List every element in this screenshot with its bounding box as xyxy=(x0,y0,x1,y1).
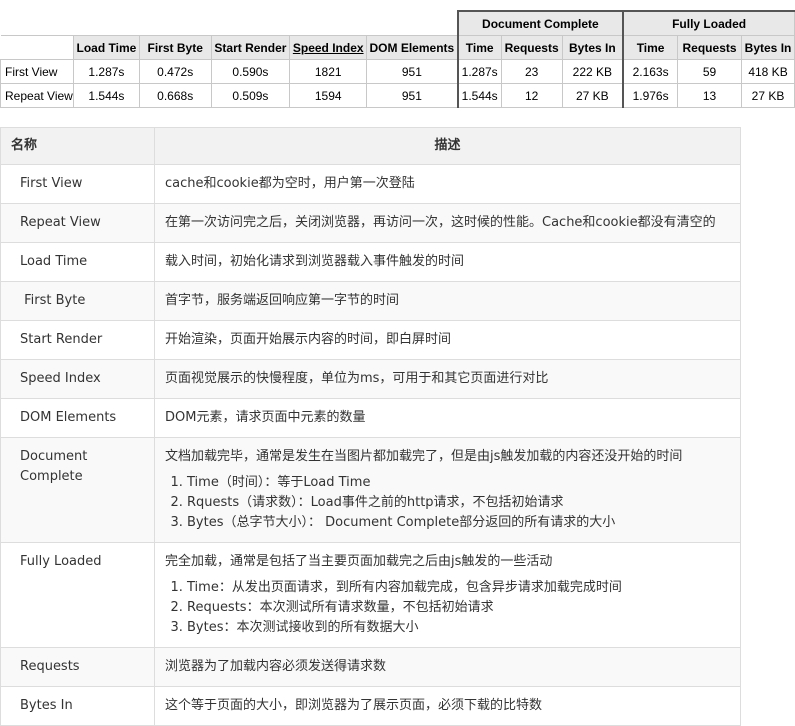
cell-value: 1.287s xyxy=(456,59,502,84)
description-row: Fully Loaded 完全加载，通常是包括了当主要页面加载完之后由js触发的一… xyxy=(0,542,741,648)
description-row: First View cache和cookie都为空时，用户第一次登陆 xyxy=(0,164,741,204)
term-name: Requests xyxy=(0,647,155,687)
term-name: Start Render xyxy=(0,320,155,360)
term-description: 开始渲染，页面开始展示内容的时间，即白屏时间 xyxy=(165,332,452,347)
col-first-byte: First Byte xyxy=(138,35,212,60)
results-row-repeat-view: Repeat View 1.544s 0.668s 0.509s 1594 95… xyxy=(0,83,795,108)
description-row: Bytes In 这个等于页面的大小，即浏览器为了展示页面，必须下载的比特数 xyxy=(0,686,741,726)
cell-value: 222 KB xyxy=(561,59,624,84)
term-description-cell: 完全加载，通常是包括了当主要页面加载完之后由js触发的一些活动 Time：从发出页… xyxy=(154,542,741,648)
col-dc-bytes-in: Bytes In xyxy=(561,35,624,60)
cell-value: 27 KB xyxy=(741,83,795,108)
term-name: Fully Loaded xyxy=(0,542,155,648)
col-dom-elements: DOM Elements xyxy=(366,35,459,60)
col-start-render: Start Render xyxy=(210,35,291,60)
cell-value: 418 KB xyxy=(741,59,795,84)
row-label: Repeat View xyxy=(0,83,74,108)
description-row: Start Render 开始渲染，页面开始展示内容的时间，即白屏时间 xyxy=(0,320,741,360)
results-blank-label xyxy=(0,35,74,60)
header-description: 描述 xyxy=(154,127,741,165)
cell-value: 0.509s xyxy=(210,83,291,108)
cell-value: 1.544s xyxy=(72,83,140,108)
term-description-cell: 浏览器为了加载内容必须发送得请求数 xyxy=(154,647,741,687)
term-description-cell: 首字节，服务端返回响应第一字节的时间 xyxy=(154,281,741,321)
detail-list-item: Bytes（总字节大小）： Document Complete部分返回的所有请求… xyxy=(187,513,730,533)
cell-value: 1594 xyxy=(289,83,368,108)
cell-value: 1.287s xyxy=(72,59,140,84)
cell-value: 1.976s xyxy=(622,83,679,108)
term-name: Load Time xyxy=(0,242,155,282)
header-name: 名称 xyxy=(0,127,155,165)
term-name: Bytes In xyxy=(0,686,155,726)
col-dc-requests: Requests xyxy=(500,35,563,60)
term-description-cell: cache和cookie都为空时，用户第一次登陆 xyxy=(154,164,741,204)
cell-value: 2.163s xyxy=(622,59,679,84)
description-row: Requests 浏览器为了加载内容必须发送得请求数 xyxy=(0,647,741,687)
col-fl-bytes-in: Bytes In xyxy=(741,35,795,60)
term-name: Document Complete xyxy=(0,437,155,543)
detail-list: Time（时间）：等于Load TimeRquests（请求数）：Load事件之… xyxy=(165,473,730,533)
results-row-first-view: First View 1.287s 0.472s 0.590s 1821 951… xyxy=(0,59,795,84)
term-description: 文档加载完毕，通常是发生在当图片都加载完了，但是由js触发加载的内容还没开始的时… xyxy=(165,449,683,464)
term-description: 完全加载，通常是包括了当主要页面加载完之后由js触发的一些活动 xyxy=(165,554,553,569)
col-fl-requests: Requests xyxy=(677,35,743,60)
cell-value: 1821 xyxy=(289,59,368,84)
term-description: cache和cookie都为空时，用户第一次登陆 xyxy=(165,176,415,191)
cell-value: 12 xyxy=(500,83,563,108)
col-fl-time: Time xyxy=(622,35,679,60)
term-name: Repeat View xyxy=(0,203,155,243)
cell-value: 0.472s xyxy=(138,59,212,84)
col-speed-index-link[interactable]: Speed Index xyxy=(289,35,368,60)
term-description-cell: DOM元素，请求页面中元素的数量 xyxy=(154,398,741,438)
detail-list-item: Bytes：本次测试接收到的所有数据大小 xyxy=(187,618,730,638)
term-description: 在第一次访问完之后，关闭浏览器，再访问一次，这时候的性能。Cache和cooki… xyxy=(165,215,716,230)
description-row: Speed Index 页面视觉展示的快慢程度，单位为ms，可用于和其它页面进行对… xyxy=(0,359,741,399)
description-row: Load Time 载入时间，初始化请求到浏览器载入事件触发的时间 xyxy=(0,242,741,282)
description-table: 名称 描述 First View cache和cookie都为空时，用户第一次登陆… xyxy=(0,127,741,726)
results-blank-corner xyxy=(0,11,459,36)
description-row: Repeat View 在第一次访问完之后，关闭浏览器，再访问一次，这时候的性能。… xyxy=(0,203,741,243)
description-row: First Byte 首字节，服务端返回响应第一字节的时间 xyxy=(0,281,741,321)
description-row: Document Complete 文档加载完毕，通常是发生在当图片都加载完了，但… xyxy=(0,437,741,543)
detail-list-item: Time（时间）：等于Load Time xyxy=(187,473,730,493)
cell-value: 951 xyxy=(366,59,459,84)
term-description-cell: 载入时间，初始化请求到浏览器载入事件触发的时间 xyxy=(154,242,741,282)
detail-list-item: Requests：本次测试所有请求数量，不包括初始请求 xyxy=(187,598,730,618)
term-description-cell: 文档加载完毕，通常是发生在当图片都加载完了，但是由js触发加载的内容还没开始的时… xyxy=(154,437,741,543)
cell-value: 13 xyxy=(677,83,743,108)
detail-list-item: Rquests（请求数）：Load事件之前的http请求，不包括初始请求 xyxy=(187,493,730,513)
term-name: DOM Elements xyxy=(0,398,155,438)
detail-list-item: Time：从发出页面请求，到所有内容加载完成，包含异步请求加载完成时间 xyxy=(187,578,730,598)
cell-value: 59 xyxy=(677,59,743,84)
term-name: First Byte xyxy=(0,281,155,321)
results-table: Document Complete Fully Loaded Load Time… xyxy=(0,10,795,108)
term-description: 浏览器为了加载内容必须发送得请求数 xyxy=(165,659,387,674)
cell-value: 0.590s xyxy=(210,59,291,84)
group-fully-loaded: Fully Loaded xyxy=(622,10,795,36)
term-description: 载入时间，初始化请求到浏览器载入事件触发的时间 xyxy=(165,254,465,269)
col-dc-time: Time xyxy=(456,35,502,60)
row-label: First View xyxy=(0,59,74,84)
col-load-time: Load Time xyxy=(72,35,140,60)
detail-list: Time：从发出页面请求，到所有内容加载完成，包含异步请求加载完成时间Reque… xyxy=(165,578,730,638)
term-description: 首字节，服务端返回响应第一字节的时间 xyxy=(165,293,400,308)
term-name: First View xyxy=(0,164,155,204)
term-description-cell: 开始渲染，页面开始展示内容的时间，即白屏时间 xyxy=(154,320,741,360)
term-description: 这个等于页面的大小，即浏览器为了展示页面，必须下载的比特数 xyxy=(165,698,543,713)
term-description: 页面视觉展示的快慢程度，单位为ms，可用于和其它页面进行对比 xyxy=(165,371,549,386)
group-document-complete: Document Complete xyxy=(456,10,624,36)
term-description-cell: 页面视觉展示的快慢程度，单位为ms，可用于和其它页面进行对比 xyxy=(154,359,741,399)
description-section: 名称 描述 First View cache和cookie都为空时，用户第一次登陆… xyxy=(0,127,741,726)
term-description-cell: 这个等于页面的大小，即浏览器为了展示页面，必须下载的比特数 xyxy=(154,686,741,726)
cell-value: 27 KB xyxy=(561,83,624,108)
description-row: DOM Elements DOM元素，请求页面中元素的数量 xyxy=(0,398,741,438)
term-description: DOM元素，请求页面中元素的数量 xyxy=(165,410,366,425)
term-name: Speed Index xyxy=(0,359,155,399)
cell-value: 23 xyxy=(500,59,563,84)
cell-value: 0.668s xyxy=(138,83,212,108)
term-description-cell: 在第一次访问完之后，关闭浏览器，再访问一次，这时候的性能。Cache和cooki… xyxy=(154,203,741,243)
cell-value: 1.544s xyxy=(456,83,502,108)
cell-value: 951 xyxy=(366,83,459,108)
